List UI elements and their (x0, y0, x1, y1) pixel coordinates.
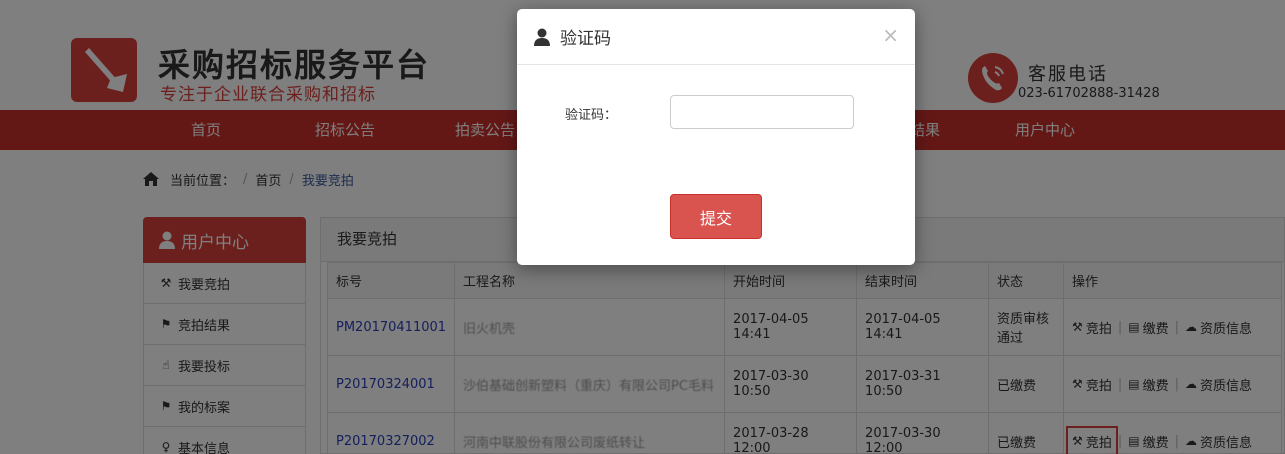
captcha-dialog: 验证码 × 验证码： 提交 (517, 9, 915, 265)
user-icon (534, 28, 550, 46)
captcha-input[interactable] (670, 95, 854, 129)
dialog-title: 验证码 (560, 29, 611, 49)
close-icon[interactable]: × (882, 23, 899, 47)
captcha-label: 验证码： (565, 108, 618, 123)
submit-button[interactable]: 提交 (670, 194, 762, 239)
dialog-header: 验证码 (517, 9, 915, 65)
